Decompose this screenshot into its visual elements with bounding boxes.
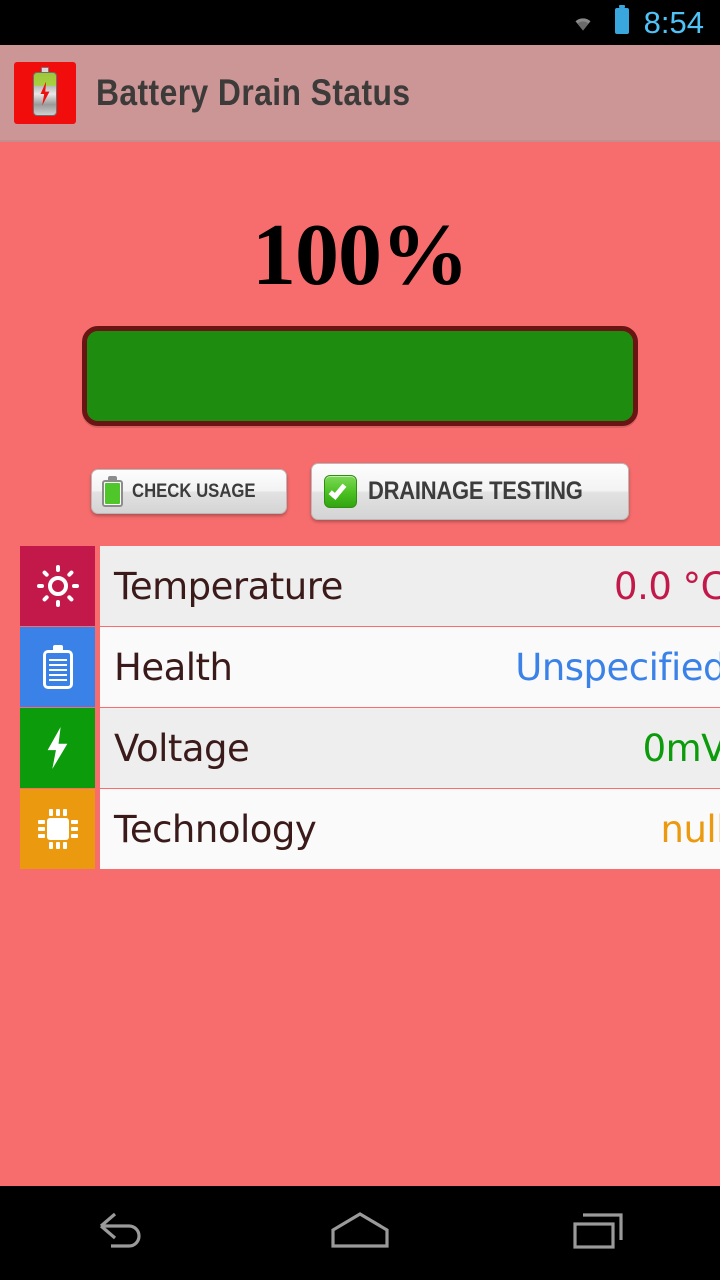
main-content: 100% CHECK USAGE DRAINAGE TESTING Temper… — [0, 142, 720, 1186]
phone-screen: 8:54 Battery Drain Status 100% CHECK USA… — [0, 0, 720, 1280]
table-row[interactable]: Temperature 0.0 °C — [20, 546, 720, 626]
android-navigation-bar — [0, 1186, 720, 1280]
status-bar: 8:54 — [0, 0, 720, 45]
wifi-icon — [568, 8, 598, 37]
temperature-value: 0.0 °C — [614, 564, 720, 608]
table-row[interactable]: Technology null — [20, 789, 720, 869]
voltage-value: 0mV — [642, 726, 720, 770]
table-row[interactable]: Voltage 0mV — [20, 708, 720, 788]
recents-icon — [569, 1208, 631, 1259]
health-value: Unspecified — [515, 645, 720, 689]
back-button[interactable] — [45, 1187, 195, 1280]
voltage-label: Voltage — [114, 726, 250, 770]
technology-label: Technology — [114, 807, 317, 851]
voltage-row-body: Voltage 0mV — [100, 708, 720, 788]
status-bar-clock: 8:54 — [643, 5, 704, 40]
technology-icon-tile — [20, 789, 95, 869]
technology-value: null — [660, 807, 720, 851]
battery-icon — [612, 5, 632, 40]
action-button-row: CHECK USAGE DRAINAGE TESTING — [0, 463, 720, 520]
lightning-bolt-icon — [47, 727, 68, 769]
drainage-testing-label: DRAINAGE TESTING — [367, 477, 583, 505]
voltage-icon-tile — [20, 708, 95, 788]
home-icon — [325, 1208, 395, 1259]
health-label: Health — [114, 645, 233, 689]
technology-row-body: Technology null — [100, 789, 720, 869]
sun-icon — [37, 565, 79, 607]
checkbox-check-icon — [323, 475, 357, 508]
page-title: Battery Drain Status — [96, 71, 411, 113]
check-usage-button[interactable]: CHECK USAGE — [91, 469, 287, 514]
app-title-bar: Battery Drain Status — [0, 45, 720, 142]
battery-usage-icon — [102, 476, 124, 507]
battery-progress-bar — [82, 326, 638, 426]
health-row-body: Health Unspecified — [100, 627, 720, 707]
battery-percent-text: 100% — [252, 207, 469, 304]
battery-info-list: Temperature 0.0 °C Health Unspecified Vo… — [0, 546, 720, 869]
back-arrow-icon — [89, 1206, 151, 1261]
temperature-icon-tile — [20, 546, 95, 626]
battery-progress-fill — [87, 331, 633, 421]
table-row[interactable]: Health Unspecified — [20, 627, 720, 707]
health-icon-tile — [20, 627, 95, 707]
check-usage-label: CHECK USAGE — [132, 480, 256, 502]
cpu-chip-icon — [36, 807, 80, 851]
drainage-testing-button[interactable]: DRAINAGE TESTING — [310, 463, 629, 520]
temperature-label: Temperature — [114, 564, 343, 608]
recents-button[interactable] — [525, 1187, 675, 1280]
temperature-row-body: Temperature 0.0 °C — [100, 546, 720, 626]
battery-icon — [42, 645, 73, 689]
battery-app-icon — [14, 61, 76, 124]
home-button[interactable] — [285, 1187, 435, 1280]
